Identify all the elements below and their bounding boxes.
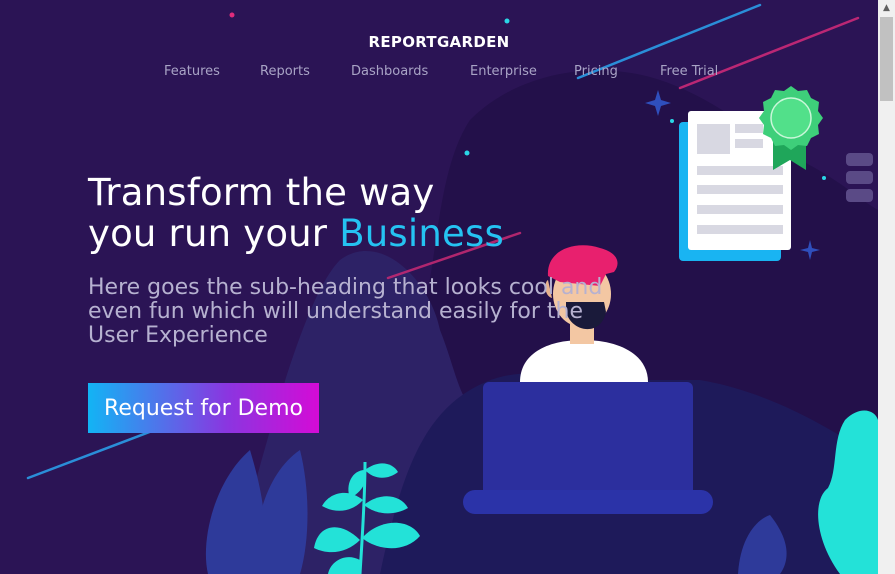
- report-text-line: [697, 185, 783, 194]
- hero-subheading: Here goes the sub-heading that looks coo…: [88, 275, 603, 348]
- brand-logo[interactable]: REPORTGARDEN: [339, 33, 539, 51]
- nav-item-free-trial[interactable]: Free Trial: [660, 64, 718, 79]
- laptop-base: [463, 490, 713, 514]
- star-dot: [822, 176, 826, 180]
- report-text-line: [735, 139, 763, 148]
- report-text-line: [735, 124, 763, 133]
- hero-title-line1: Transform the way: [88, 171, 435, 214]
- light-streak: [26, 426, 162, 480]
- request-demo-button[interactable]: Request for Demo: [88, 383, 319, 433]
- nav-item-features[interactable]: Features: [164, 64, 220, 79]
- star-dot: [670, 119, 674, 123]
- report-text-line: [697, 225, 783, 234]
- vertical-scrollbar[interactable]: ▲: [878, 0, 895, 574]
- nav-item-enterprise[interactable]: Enterprise: [470, 64, 537, 79]
- side-tab[interactable]: [846, 189, 873, 202]
- scroll-up-arrow-icon[interactable]: ▲: [878, 0, 895, 17]
- report-image-block: [697, 124, 730, 154]
- star-dot: [464, 150, 470, 156]
- side-tab[interactable]: [846, 153, 873, 166]
- side-tab-indicators: [846, 153, 873, 207]
- report-text-line: [697, 166, 783, 175]
- hero-title-accent: Business: [339, 212, 504, 255]
- star-dot: [229, 12, 235, 18]
- nav-item-pricing[interactable]: Pricing: [574, 64, 618, 79]
- nav-item-dashboards[interactable]: Dashboards: [351, 64, 428, 79]
- landing-page: REPORTGARDEN Features Reports Dashboards…: [0, 0, 895, 574]
- scroll-thumb[interactable]: [880, 17, 893, 101]
- nav-item-reports[interactable]: Reports: [260, 64, 310, 79]
- hero-title: Transform the way you run your Business: [88, 172, 504, 254]
- hero-title-line2-prefix: you run your: [88, 212, 340, 255]
- side-tab[interactable]: [846, 171, 873, 184]
- report-text-line: [697, 205, 783, 214]
- star-dot: [504, 18, 510, 24]
- laptop-screen: [483, 382, 693, 508]
